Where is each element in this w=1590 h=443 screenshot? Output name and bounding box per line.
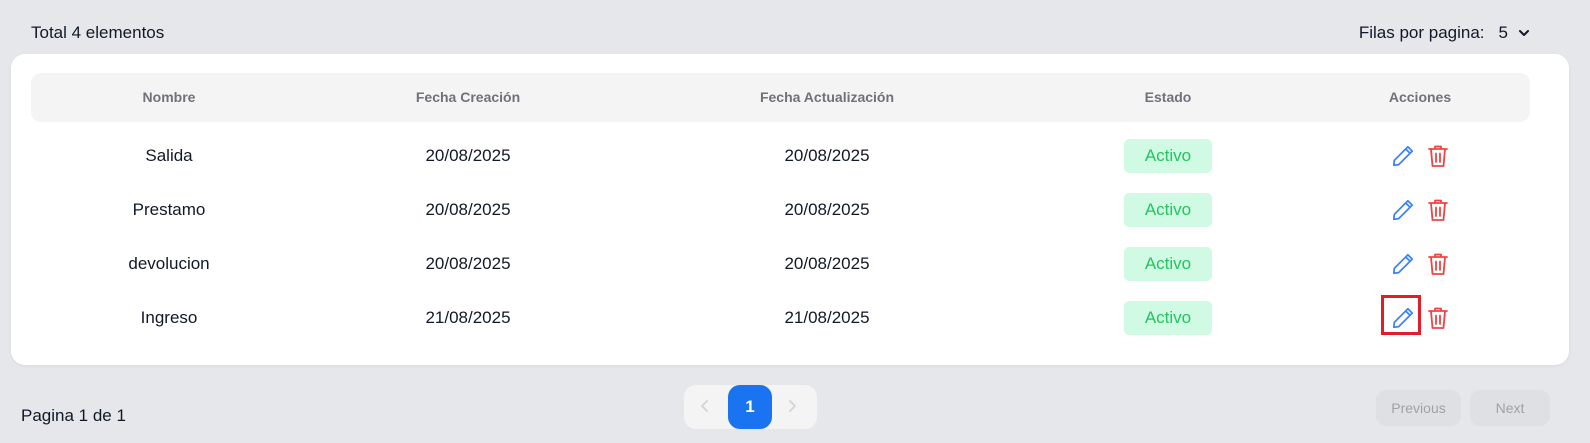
- delete-button[interactable]: [1424, 196, 1452, 224]
- cell-fecha-actualizacion: 20/08/2025: [784, 200, 870, 219]
- pager-next-button[interactable]: [777, 385, 807, 429]
- cell-fecha-creacion: 20/08/2025: [425, 200, 511, 219]
- table-header: Nombre Fecha Creación Fecha Actualizació…: [31, 73, 1530, 122]
- cell-fecha-creacion: 21/08/2025: [425, 308, 511, 327]
- table-row: devolucion 20/08/2025 20/08/2025 Activo: [11, 240, 1569, 288]
- edit-button[interactable]: [1389, 250, 1417, 278]
- status-badge: Activo: [1124, 301, 1212, 335]
- next-button[interactable]: Next: [1470, 390, 1550, 426]
- column-header-estado[interactable]: Estado: [1145, 73, 1192, 122]
- delete-button[interactable]: [1424, 250, 1452, 278]
- table-row: Salida 20/08/2025 20/08/2025 Activo: [11, 132, 1569, 180]
- trash-icon: [1428, 145, 1448, 167]
- previous-button[interactable]: Previous: [1376, 390, 1461, 426]
- chevron-right-icon: [789, 400, 796, 412]
- column-header-acciones: Acciones: [1388, 89, 1452, 105]
- chevron-down-icon: [1519, 30, 1529, 36]
- cell-fecha-creacion: 20/08/2025: [425, 146, 511, 165]
- delete-button[interactable]: [1424, 304, 1452, 332]
- pencil-icon: [1392, 307, 1414, 329]
- edit-button[interactable]: [1389, 304, 1417, 332]
- edit-button[interactable]: [1389, 196, 1417, 224]
- chevron-left-icon: [701, 400, 708, 412]
- column-header-fecha-creacion[interactable]: Fecha Creación: [416, 73, 520, 122]
- cell-fecha-creacion: 20/08/2025: [425, 254, 511, 273]
- table-card: Nombre Fecha Creación Fecha Actualizació…: [11, 54, 1569, 365]
- cell-fecha-actualizacion: 21/08/2025: [784, 308, 870, 327]
- row-actions: [1389, 142, 1459, 170]
- pencil-icon: [1392, 253, 1414, 275]
- row-actions: [1389, 304, 1459, 332]
- status-badge: Activo: [1124, 247, 1212, 281]
- column-header-nombre[interactable]: Nombre: [143, 73, 196, 122]
- cell-nombre: Ingreso: [140, 308, 198, 327]
- trash-icon: [1428, 199, 1448, 221]
- pagination: 1: [684, 385, 817, 429]
- rows-per-page-label: Filas por pagina:: [1358, 23, 1485, 42]
- row-actions: [1389, 196, 1459, 224]
- rows-per-page-select[interactable]: 5: [1499, 23, 1530, 43]
- delete-button[interactable]: [1424, 142, 1452, 170]
- rows-per-page-value: 5: [1498, 23, 1508, 42]
- cell-nombre: devolucion: [128, 254, 210, 273]
- cell-fecha-actualizacion: 20/08/2025: [784, 146, 870, 165]
- trash-icon: [1428, 307, 1448, 329]
- rows-per-page-control: Filas por pagina: 5: [1359, 23, 1530, 43]
- edit-button[interactable]: [1389, 142, 1417, 170]
- pencil-icon: [1392, 199, 1414, 221]
- trash-icon: [1428, 253, 1448, 275]
- cell-nombre: Prestamo: [132, 200, 206, 219]
- table-row: Ingreso 21/08/2025 21/08/2025 Activo: [11, 294, 1569, 342]
- cell-fecha-actualizacion: 20/08/2025: [784, 254, 870, 273]
- page-button-current[interactable]: 1: [728, 385, 772, 429]
- status-badge: Activo: [1124, 193, 1212, 227]
- cell-nombre: Salida: [145, 146, 193, 165]
- page-info: Pagina 1 de 1: [21, 406, 126, 425]
- status-badge: Activo: [1124, 139, 1212, 173]
- column-header-fecha-actualizacion[interactable]: Fecha Actualización: [760, 73, 894, 122]
- row-actions: [1389, 250, 1459, 278]
- table-row: Prestamo 20/08/2025 20/08/2025 Activo: [11, 186, 1569, 234]
- total-count: Total 4 elementos: [31, 23, 165, 42]
- pencil-icon: [1392, 145, 1414, 167]
- pager-prev-button[interactable]: [690, 385, 720, 429]
- table-summary-bar: Total 4 elementos Filas por pagina: 5: [31, 20, 1530, 46]
